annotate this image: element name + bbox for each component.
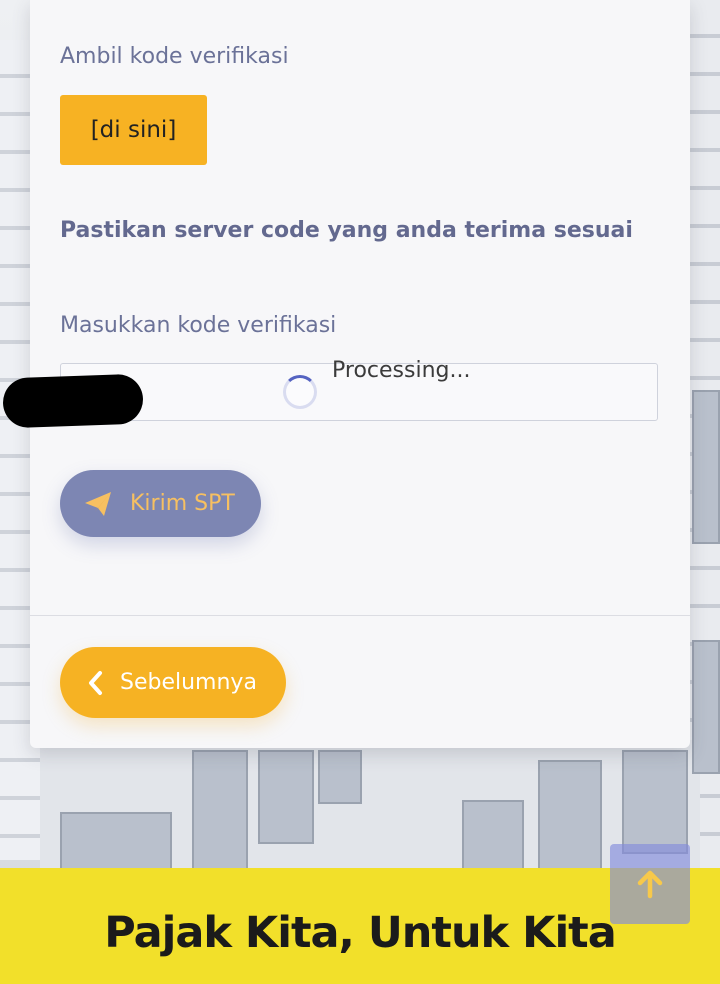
card-divider — [30, 615, 690, 616]
redaction-mark — [2, 373, 144, 429]
processing-text: Processing... — [332, 358, 471, 383]
paper-plane-icon — [85, 491, 111, 516]
arrow-up-icon — [637, 870, 663, 899]
footer-tagline: Pajak Kita, Untuk Kita — [104, 908, 617, 958]
get-code-label: Ambil kode verifikasi — [60, 44, 289, 69]
send-spt-label: Kirim SPT — [130, 491, 235, 516]
previous-button[interactable]: Sebelumnya — [60, 647, 286, 718]
server-code-notice: Pastikan server code yang anda terima se… — [60, 218, 633, 243]
loading-spinner-icon — [283, 375, 317, 409]
get-code-button[interactable]: [di sini] — [60, 95, 207, 165]
verification-card: Ambil kode verifikasi [di sini] Pastikan… — [30, 0, 690, 748]
previous-label: Sebelumnya — [120, 670, 257, 695]
send-spt-button[interactable]: Kirim SPT — [60, 470, 261, 537]
chevron-left-icon — [89, 670, 102, 695]
scroll-to-top-button[interactable] — [610, 844, 690, 924]
enter-code-label: Masukkan kode verifikasi — [60, 313, 337, 338]
